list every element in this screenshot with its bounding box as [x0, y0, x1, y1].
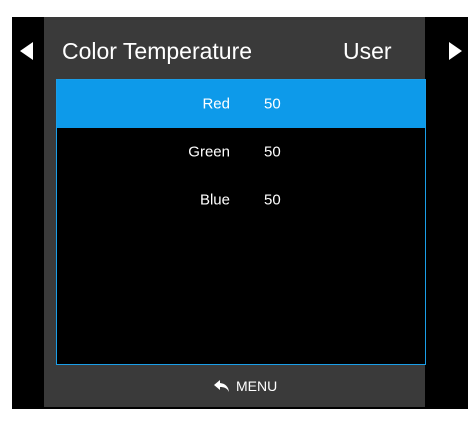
right-arrow-icon[interactable] [449, 42, 462, 60]
left-arrow-icon[interactable] [20, 42, 33, 60]
page-title: Color Temperature [62, 38, 253, 64]
item-label: Green [188, 143, 230, 161]
item-value: 50 [264, 191, 281, 209]
list-item-red[interactable]: Red 50 [57, 80, 425, 128]
return-arrow-icon [214, 380, 229, 392]
color-channel-list: Red 50 Green 50 Blue 50 [56, 79, 426, 365]
item-label: Red [202, 95, 230, 113]
item-value: 50 [264, 143, 281, 161]
item-value: 50 [264, 95, 281, 113]
menu-button[interactable]: MENU [213, 376, 277, 396]
list-item-green[interactable]: Green 50 [57, 128, 425, 176]
list-item-blue[interactable]: Blue 50 [57, 176, 425, 224]
item-label: Blue [199, 191, 230, 209]
menu-label: MENU [236, 378, 278, 394]
mode-value[interactable]: User [343, 37, 392, 65]
